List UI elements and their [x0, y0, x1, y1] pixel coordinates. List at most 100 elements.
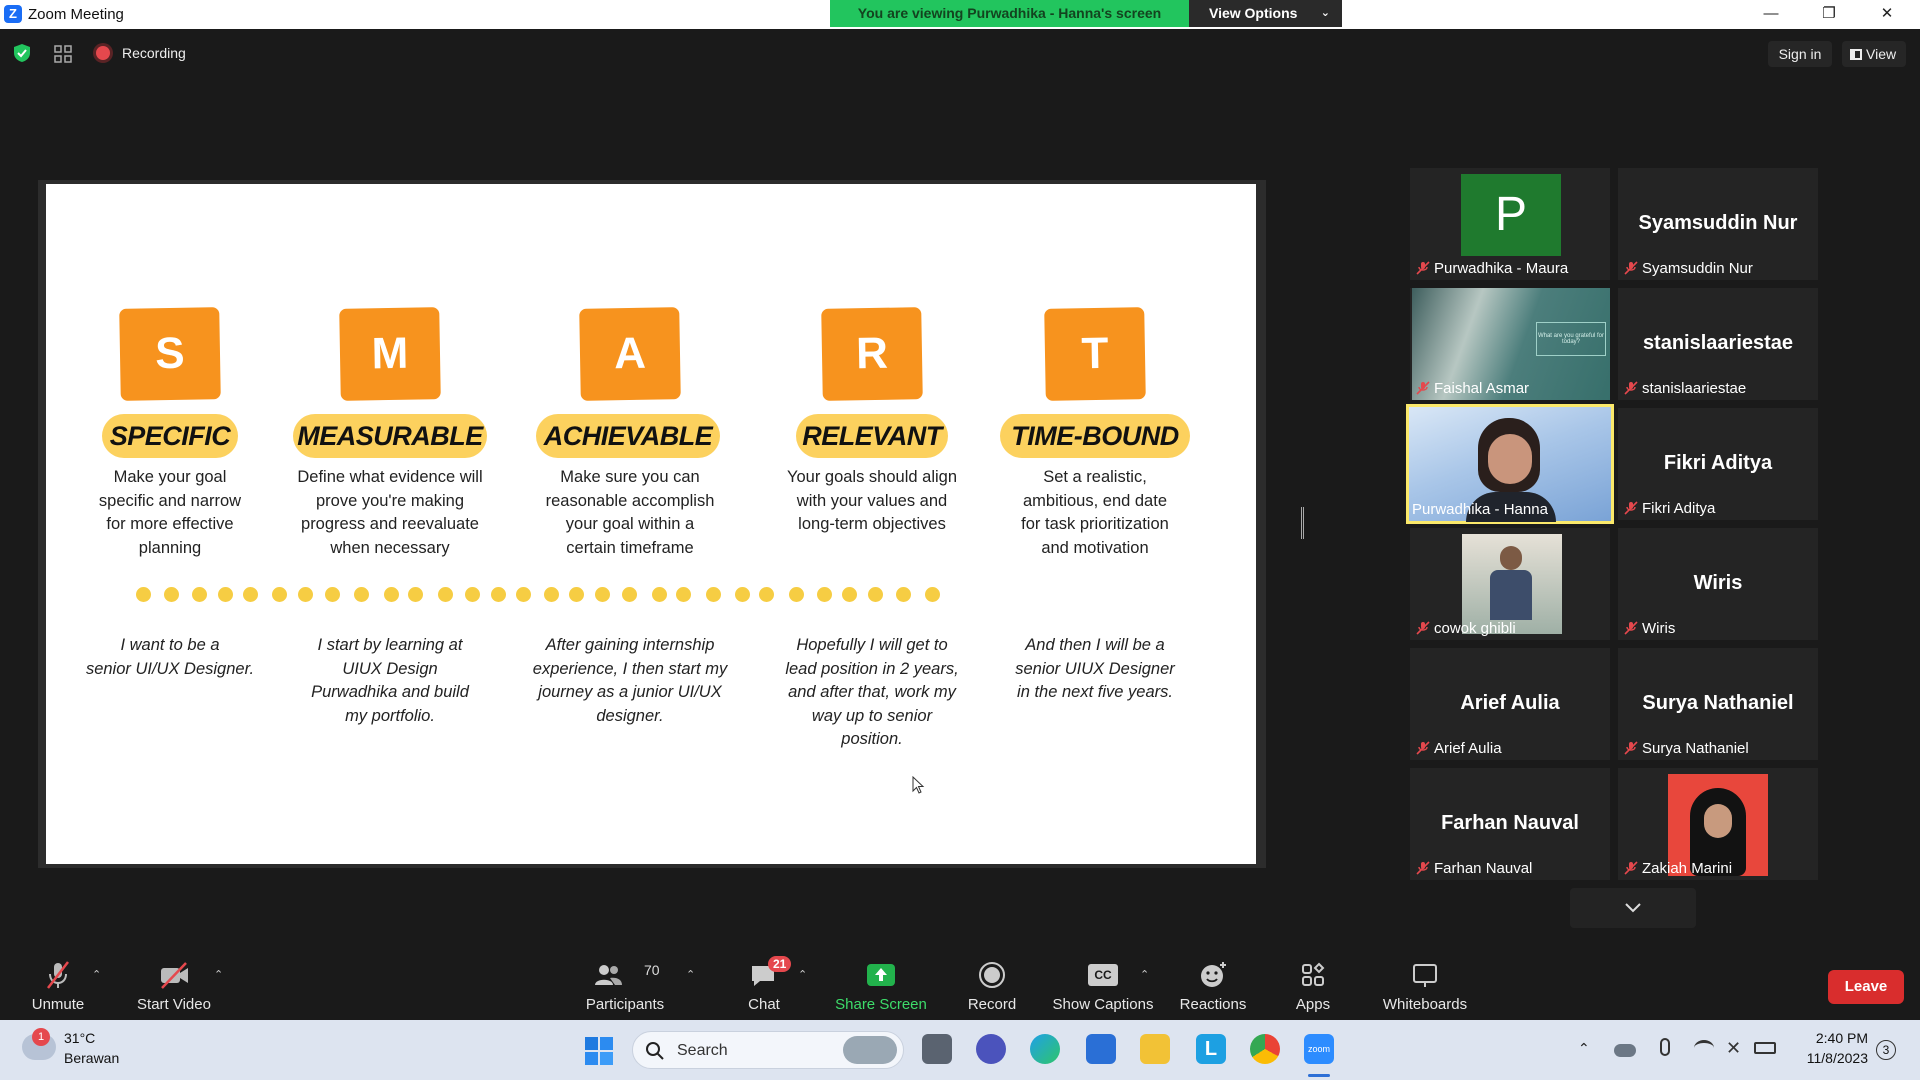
muted-microphone-icon — [47, 961, 69, 989]
active-app-indicator — [1308, 1074, 1330, 1077]
windows-taskbar: 1 31°C Berawan Search L zoom ⌃ ✕ 2:40 PM… — [0, 1020, 1920, 1080]
captions-caret-icon[interactable]: ⌃ — [1140, 968, 1149, 981]
muted-mic-icon — [1416, 261, 1430, 275]
timeline-dot — [516, 587, 531, 602]
timeline-dot — [569, 587, 584, 602]
chat-caret-icon[interactable]: ⌃ — [798, 968, 807, 981]
participant-tile[interactable]: stanislaariestae stanislaariestae — [1618, 288, 1818, 400]
timeline-dot — [544, 587, 559, 602]
leave-meeting-button[interactable]: Leave — [1828, 970, 1904, 1004]
participant-tile[interactable]: Arief Aulia Arief Aulia — [1410, 648, 1610, 760]
timeline-dot — [676, 587, 691, 602]
timeline-dot — [164, 587, 179, 602]
timeline-dot — [652, 587, 667, 602]
search-highlight-image — [843, 1036, 897, 1064]
zoom-logo-icon: Z — [4, 5, 22, 23]
participant-tile[interactable]: Farhan Nauval Farhan Nauval — [1410, 768, 1610, 880]
chat-badge: 21 — [768, 956, 792, 972]
participant-tile[interactable]: Surya Nathaniel Surya Nathaniel — [1618, 648, 1818, 760]
participant-display-name: Fikri Aditya — [1663, 452, 1773, 474]
weather-condition: Berawan — [64, 1050, 120, 1066]
card-description: Your goals should align with your values … — [786, 468, 958, 533]
task-view-icon[interactable] — [922, 1034, 952, 1064]
sign-in-button[interactable]: Sign in — [1768, 41, 1832, 67]
participant-tile[interactable]: Wiris Wiris — [1618, 528, 1818, 640]
l-app-icon[interactable]: L — [1196, 1034, 1226, 1064]
whiteboards-button[interactable]: Whiteboards — [1378, 948, 1472, 1020]
participant-name: Arief Aulia — [1416, 740, 1502, 757]
participant-count: 70 — [644, 962, 660, 978]
weather-badge: 1 — [32, 1028, 50, 1046]
volume-muted-icon[interactable]: ✕ — [1726, 1038, 1741, 1059]
video-options-caret-icon[interactable]: ⌃ — [214, 968, 223, 981]
file-explorer-icon[interactable] — [1140, 1034, 1170, 1064]
panel-splitter-handle[interactable] — [1301, 507, 1304, 539]
microphone-tray-icon[interactable] — [1660, 1038, 1670, 1056]
taskbar-search[interactable]: Search — [632, 1031, 904, 1069]
chrome-icon[interactable] — [1250, 1034, 1280, 1064]
participant-tile[interactable]: cowok ghibli — [1410, 528, 1610, 640]
onedrive-cloud-icon[interactable] — [1614, 1044, 1636, 1057]
participant-tile[interactable]: Fikri Aditya Fikri Aditya — [1618, 408, 1818, 520]
shared-slide: S SPECIFIC Make your goal specific and na… — [46, 184, 1256, 864]
notification-count-badge[interactable]: 3 — [1876, 1040, 1896, 1060]
record-button[interactable]: Record — [956, 948, 1028, 1020]
share-screen-icon — [867, 964, 895, 986]
record-label: Record — [967, 996, 1017, 1013]
clock-date[interactable]: 11/8/2023 — [1796, 1050, 1868, 1066]
timeline-dot — [243, 587, 258, 602]
microsoft-store-icon[interactable] — [1086, 1034, 1116, 1064]
participant-tile[interactable]: Syamsuddin Nur Syamsuddin Nur — [1618, 168, 1818, 280]
muted-mic-icon — [1624, 501, 1638, 515]
minimize-button[interactable]: — — [1748, 0, 1794, 29]
apps-label: Apps — [1295, 996, 1331, 1013]
timeline-dot — [465, 587, 480, 602]
participant-tile[interactable]: Zakiah Marini — [1618, 768, 1818, 880]
record-icon — [979, 962, 1005, 988]
participants-caret-icon[interactable]: ⌃ — [686, 968, 695, 981]
gallery-next-page-button[interactable] — [1570, 888, 1696, 928]
timeline-dot — [491, 587, 506, 602]
audio-options-caret-icon[interactable]: ⌃ — [92, 968, 101, 981]
edge-browser-icon[interactable] — [1030, 1034, 1060, 1064]
person-face — [1488, 434, 1532, 484]
timeline-dot — [438, 587, 453, 602]
view-options-button[interactable]: View Options ⌄ — [1189, 0, 1342, 27]
card-story: And then I will be a senior UIUX Designer… — [1015, 636, 1175, 701]
muted-mic-icon — [1624, 741, 1638, 755]
view-label: View — [1866, 46, 1897, 62]
participants-button[interactable]: 70 Participants — [582, 948, 668, 1020]
battery-icon[interactable] — [1754, 1042, 1776, 1054]
share-screen-button[interactable]: Share Screen — [832, 948, 930, 1020]
muted-mic-icon — [1416, 381, 1430, 395]
unmute-button[interactable]: Unmute — [20, 948, 96, 1020]
show-captions-button[interactable]: CC Show Captions — [1048, 948, 1158, 1020]
apps-button[interactable]: Apps — [1282, 948, 1344, 1020]
participant-tile[interactable]: P Purwadhika - Maura — [1410, 168, 1610, 280]
chevron-down-icon: ⌄ — [1320, 7, 1330, 19]
timeline-dot — [817, 587, 832, 602]
zoom-taskbar-icon[interactable]: zoom — [1304, 1034, 1334, 1064]
avatar-head — [1500, 546, 1522, 570]
chat-button[interactable]: 21 Chat — [734, 948, 794, 1020]
whiteboard-icon — [1413, 964, 1437, 987]
security-shield-icon[interactable] — [14, 44, 30, 62]
active-speaker-tile[interactable]: Purwadhika - Hanna — [1406, 404, 1614, 524]
view-options-label: View Options — [1209, 5, 1298, 21]
meeting-info-grid-icon[interactable] — [54, 45, 72, 63]
windows-start-icon[interactable] — [584, 1036, 614, 1066]
clock-time[interactable]: 2:40 PM — [1796, 1030, 1868, 1046]
start-video-button[interactable]: Start Video — [126, 948, 222, 1020]
timeline-dot — [595, 587, 610, 602]
participant-name: Fikri Aditya — [1624, 500, 1715, 517]
close-window-button[interactable]: ✕ — [1864, 0, 1910, 29]
weather-temperature: 31°C — [64, 1030, 96, 1046]
participant-tile[interactable]: What are you grateful for today? Faishal… — [1410, 288, 1610, 400]
participant-display-name: stanislaariestae — [1642, 332, 1794, 354]
reactions-button[interactable]: Reactions — [1172, 948, 1254, 1020]
view-layout-button[interactable]: View — [1842, 41, 1906, 67]
wifi-icon[interactable] — [1694, 1040, 1714, 1056]
show-hidden-icons-icon[interactable]: ⌃ — [1578, 1040, 1590, 1057]
teams-icon[interactable] — [976, 1034, 1006, 1064]
restore-button[interactable]: ❐ — [1806, 0, 1852, 29]
